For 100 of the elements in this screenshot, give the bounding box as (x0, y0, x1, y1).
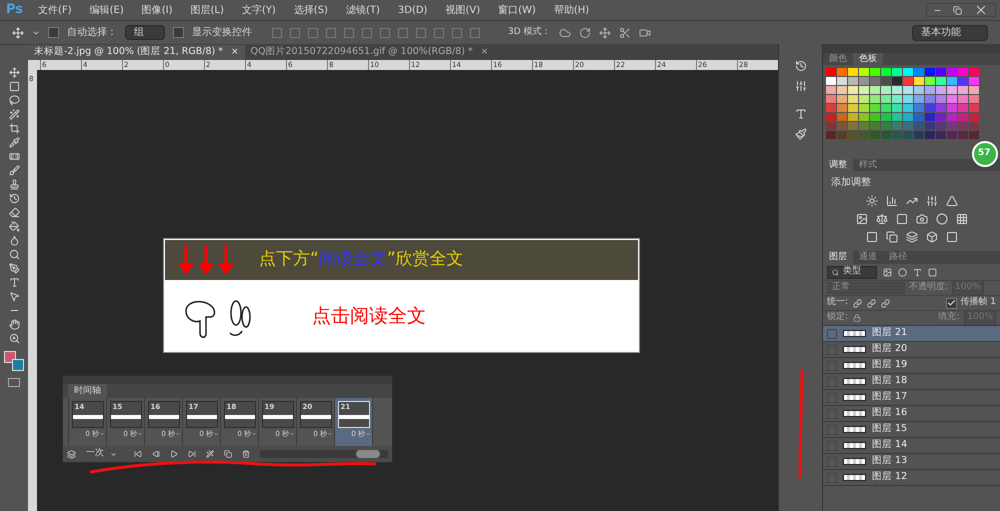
paint-bucket-icon[interactable] (8, 221, 20, 232)
pan-icon[interactable] (598, 26, 611, 38)
layer-row[interactable]: 图层 14 (823, 438, 1000, 454)
layer-row[interactable]: 图层 15 (823, 422, 1000, 438)
menu-item[interactable]: 3D(D) (388, 2, 436, 18)
triangle-icon[interactable] (946, 195, 958, 207)
duplicate-icon[interactable] (224, 450, 232, 458)
video-camera-icon[interactable] (638, 26, 651, 38)
droplet-icon[interactable] (8, 235, 20, 246)
link-icon[interactable] (867, 298, 876, 308)
curve-icon[interactable] (906, 195, 918, 207)
document-tab[interactable]: 未标题-2.jpg @ 100% (图层 21, RGB/8) * × (28, 45, 245, 60)
checkbox[interactable] (48, 27, 59, 38)
grid-icon[interactable] (956, 213, 968, 225)
link-icon[interactable] (881, 298, 890, 308)
circle-icon[interactable] (936, 213, 948, 225)
checkbox[interactable] (946, 298, 958, 308)
background-color-swatch[interactable] (12, 359, 24, 371)
panel-tab[interactable]: 路径 (883, 251, 913, 264)
layer-row[interactable]: 图层 16 (823, 406, 1000, 422)
convert-icon[interactable] (67, 450, 76, 458)
history-brush-icon[interactable] (8, 193, 20, 204)
rotate-icon[interactable] (578, 26, 591, 38)
cube-icon[interactable] (926, 231, 938, 243)
link-icon[interactable] (853, 298, 862, 308)
menu-item[interactable]: 帮助(H) (544, 2, 598, 18)
zoom-icon[interactable] (8, 333, 20, 344)
bandage-icon[interactable] (8, 151, 20, 162)
history-icon[interactable] (794, 60, 806, 72)
previous-frame-icon[interactable] (152, 450, 160, 458)
select-dropdown[interactable]: 组 (125, 25, 165, 40)
copy-icon[interactable] (886, 231, 898, 243)
scale-icon[interactable] (876, 213, 888, 225)
layer-row[interactable]: 图层 13 (823, 454, 1000, 470)
image-filter-icon[interactable] (883, 268, 892, 276)
first-frame-icon[interactable] (134, 450, 142, 458)
type-icon[interactable] (8, 277, 20, 288)
menu-item[interactable]: 文件(F) (29, 2, 81, 18)
move-tool-icon[interactable] (12, 26, 24, 38)
panel-tab[interactable]: 颜色 (823, 53, 853, 65)
panel-tab[interactable]: 通道 (853, 251, 883, 264)
menu-item[interactable]: 窗口(W) (489, 2, 545, 18)
menu-item[interactable]: 文字(Y) (232, 2, 285, 18)
swatches-grid-drawing[interactable] (823, 65, 982, 139)
filter-dropdown[interactable]: 类型 (827, 266, 877, 278)
panel-tab[interactable]: 色板 (853, 53, 883, 65)
hand-icon[interactable] (8, 319, 20, 330)
brush-icon[interactable] (8, 165, 20, 176)
eraser-icon[interactable] (8, 207, 20, 218)
tab-close-button[interactable]: × (230, 46, 239, 60)
circle-filter-icon[interactable] (898, 268, 907, 276)
menu-item[interactable]: 视图(V) (436, 2, 490, 18)
sun-icon[interactable] (866, 195, 878, 207)
menu-item[interactable]: 滤镜(T) (336, 2, 389, 18)
wand-icon[interactable] (8, 109, 20, 120)
workspace-dropdown[interactable]: 基本功能 (912, 24, 988, 40)
pen-icon[interactable] (8, 263, 20, 274)
square-icon[interactable] (896, 213, 908, 225)
picture-icon[interactable] (856, 213, 868, 225)
layer-row[interactable]: 图层 21 (823, 326, 1000, 342)
layer-row[interactable]: 图层 17 (823, 390, 1000, 406)
marquee-icon[interactable] (8, 81, 20, 92)
crop-icon[interactable] (8, 123, 20, 134)
tween-icon[interactable] (206, 450, 214, 458)
lock-icon[interactable] (853, 314, 862, 322)
menu-item[interactable]: 选择(S) (284, 2, 337, 18)
scrollbar[interactable] (260, 450, 388, 458)
menu-item[interactable]: 编辑(E) (80, 2, 133, 18)
panel-tab[interactable]: 样式 (853, 159, 883, 171)
menu-item[interactable]: 图层(L) (182, 2, 233, 18)
layer-row[interactable]: 图层 18 (823, 374, 1000, 390)
quick-mask-icon[interactable] (8, 378, 20, 387)
trash-icon[interactable] (242, 450, 250, 458)
play-icon[interactable] (170, 450, 178, 458)
sliders-icon[interactable] (926, 195, 938, 207)
layers-icon[interactable] (906, 231, 918, 243)
next-frame-icon[interactable] (188, 450, 196, 458)
menu-item[interactable]: 图像(I) (132, 2, 182, 18)
layer-row[interactable]: 图层 12 (823, 470, 1000, 486)
tab-close-button[interactable]: × (480, 46, 488, 60)
layer-row[interactable]: 图层 19 (823, 358, 1000, 374)
panel-tab[interactable]: 图层 (823, 251, 853, 264)
sliders-icon[interactable] (794, 80, 806, 92)
loop-dropdown[interactable]: 一次 (86, 447, 124, 461)
stamp-icon[interactable] (8, 179, 20, 190)
shape-filter-icon[interactable] (928, 268, 937, 276)
layer-row[interactable]: 图层 20 (823, 342, 1000, 358)
blend-mode-dropdown[interactable]: 正常 (827, 282, 905, 294)
eyedropper-icon[interactable] (8, 137, 20, 148)
checkbox[interactable] (173, 27, 184, 38)
move-icon[interactable] (8, 67, 20, 78)
slide-icon[interactable] (618, 26, 631, 38)
orbit-icon[interactable] (558, 26, 571, 38)
histogram-icon[interactable] (886, 195, 898, 207)
panel-tab[interactable]: 调整 (823, 159, 853, 171)
panel-tab[interactable]: 时间轴 (68, 384, 107, 398)
lasso-icon[interactable] (8, 95, 20, 106)
square-icon[interactable] (866, 231, 878, 243)
camera-icon[interactable] (916, 213, 928, 225)
magnifier-icon[interactable] (8, 249, 20, 260)
